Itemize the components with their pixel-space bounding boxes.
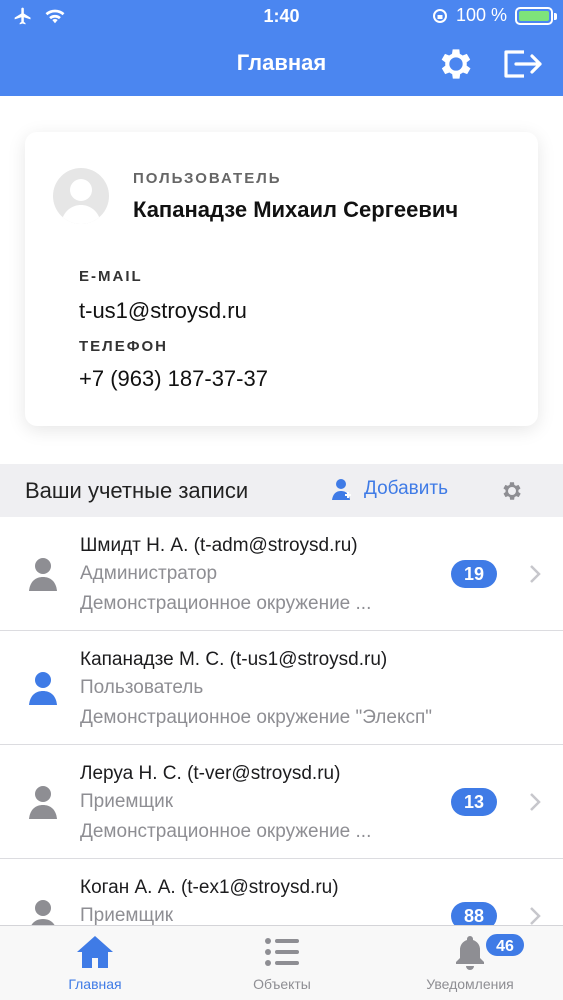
account-row[interactable]: Коган А. А. (t-ex1@stroysd.ru) Приемщик … <box>0 859 563 925</box>
user-icon-active <box>27 671 59 705</box>
phone-label: ТЕЛЕФОН <box>79 338 168 355</box>
user-placeholder-icon <box>61 179 101 224</box>
tab-home-label: Главная <box>68 976 122 992</box>
add-account-label: Добавить <box>364 478 448 499</box>
tab-home[interactable]: Главная <box>58 934 132 992</box>
page-title: Главная <box>236 50 327 75</box>
account-row[interactable]: Леруа Н. С. (t-ver@stroysd.ru) Приемщик … <box>0 745 563 859</box>
add-user-icon <box>332 479 351 500</box>
settings-button[interactable] <box>436 44 476 84</box>
user-icon <box>27 785 59 819</box>
battery-fill <box>519 10 549 21</box>
rotation-lock-icon <box>432 8 447 23</box>
gear-icon <box>503 482 521 500</box>
user-icon <box>27 557 59 591</box>
tab-objects[interactable]: Объекты <box>240 934 324 992</box>
account-name: Коган А. А. (t-ex1@stroysd.ru) <box>80 877 339 898</box>
count-badge: 13 <box>451 788 497 816</box>
account-role: Приемщик <box>80 791 174 812</box>
notifications-badge: 46 <box>484 932 526 958</box>
account-environment: Демонстрационное окружение ... <box>80 593 372 614</box>
list-icon <box>265 938 299 966</box>
account-role: Приемщик <box>80 905 174 925</box>
account-name: Капанадзе М. С. (t-us1@stroysd.ru) <box>80 649 388 670</box>
chevron-right-icon <box>528 905 542 925</box>
accounts-title: Ваши учетные записи <box>25 478 249 503</box>
tab-objects-label: Объекты <box>253 976 311 992</box>
chevron-right-icon <box>528 791 542 813</box>
email-label: E-MAIL <box>79 268 143 285</box>
chevron-right-icon <box>528 563 542 585</box>
gear-icon <box>441 49 471 79</box>
top-bar: 1:40 100 % Главная <box>0 0 563 96</box>
tab-bar: Главная Объекты Уведомления <box>0 925 563 1000</box>
user-icon <box>27 899 59 925</box>
account-name: Шмидт Н. А. (t-adm@stroysd.ru) <box>80 535 358 556</box>
account-role: Администратор <box>80 563 218 584</box>
account-row[interactable]: Шмидт Н. А. (t-adm@stroysd.ru) Администр… <box>0 517 563 631</box>
accounts-list: Шмидт Н. А. (t-adm@stroysd.ru) Администр… <box>0 517 563 925</box>
user-label: ПОЛЬЗОВАТЕЛЬ <box>133 170 282 187</box>
count-badge: 19 <box>451 560 497 588</box>
avatar <box>53 168 109 224</box>
account-environment: Демонстрационное окружение "Элексп" <box>80 707 433 728</box>
accounts-section-header: Ваши учетные записи Добавить <box>0 464 563 517</box>
status-right: 100 % <box>432 5 557 26</box>
status-bar: 1:40 100 % <box>0 0 563 34</box>
accounts-settings-button[interactable] <box>500 479 524 503</box>
profile-card: ПОЛЬЗОВАТЕЛЬ Капанадзе Михаил Сергеевич … <box>25 132 538 426</box>
add-account-button[interactable]: Добавить <box>330 477 448 501</box>
account-row[interactable]: Капанадзе М. С. (t-us1@stroysd.ru) Польз… <box>0 631 563 745</box>
user-name: Капанадзе Михаил Сергеевич <box>133 197 459 222</box>
count-badge: 88 <box>451 902 497 925</box>
battery-icon <box>515 6 557 25</box>
email-value: t-us1@stroysd.ru <box>79 298 247 323</box>
phone-value: +7 (963) 187-37-37 <box>79 366 268 391</box>
battery-percent: 100 % <box>455 5 507 25</box>
tab-notifications-label: Уведомления <box>426 976 514 992</box>
logout-button[interactable] <box>500 44 544 84</box>
account-environment: Демонстрационное окружение ... <box>80 821 372 842</box>
logout-icon <box>504 50 542 78</box>
account-name: Леруа Н. С. (t-ver@stroysd.ru) <box>80 763 341 784</box>
home-icon <box>77 936 113 968</box>
account-role: Пользователь <box>80 677 204 698</box>
